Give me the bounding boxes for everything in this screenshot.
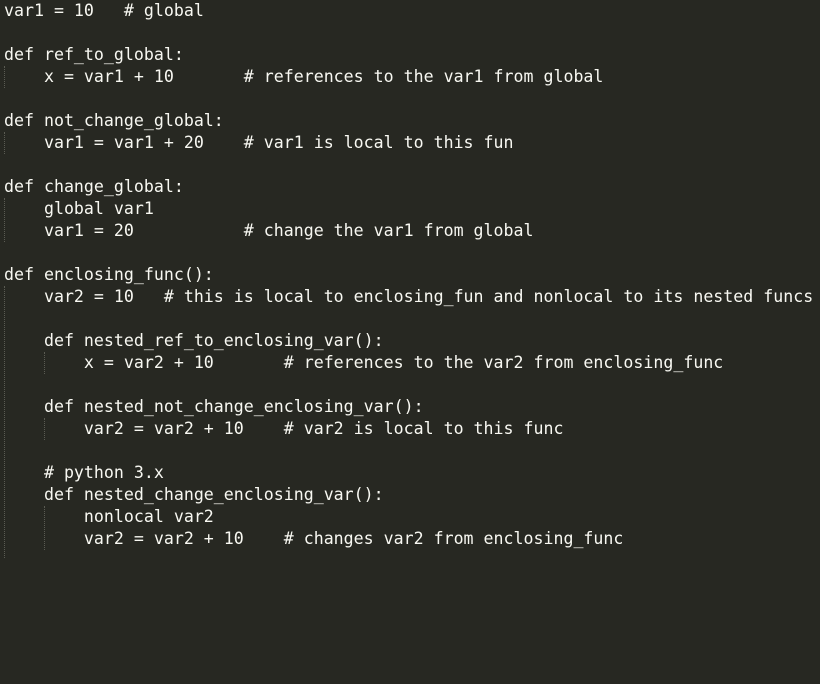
code-line: var1 = 10 # global (4, 1, 204, 20)
code-line: def nested_ref_to_enclosing_var(): (4, 331, 384, 350)
code-line: def enclosing_func(): (4, 265, 214, 284)
code-line: global var1 (4, 199, 154, 218)
code-line: var1 = 20 # change the var1 from global (4, 221, 534, 240)
code-line: var1 = var1 + 20 # var1 is local to this… (4, 133, 514, 152)
code-line: def change_global: (4, 177, 184, 196)
code-line: def not_change_global: (4, 111, 224, 130)
code-line: def nested_change_enclosing_var(): (4, 485, 384, 504)
code-editor[interactable]: var1 = 10 # global def ref_to_global: x … (0, 0, 820, 558)
code-line: def nested_not_change_enclosing_var(): (4, 397, 424, 416)
code-line: x = var2 + 10 # references to the var2 f… (4, 353, 724, 372)
code-line: var2 = var2 + 10 # var2 is local to this… (4, 419, 564, 438)
code-line: nonlocal var2 (4, 507, 214, 526)
code-line: x = var1 + 10 # references to the var1 f… (4, 67, 604, 86)
code-line: # python 3.x (4, 463, 164, 482)
code-line: def ref_to_global: (4, 45, 184, 64)
code-line: var2 = 10 # this is local to enclosing_f… (4, 287, 814, 306)
code-line: var2 = var2 + 10 # changes var2 from enc… (4, 529, 624, 548)
